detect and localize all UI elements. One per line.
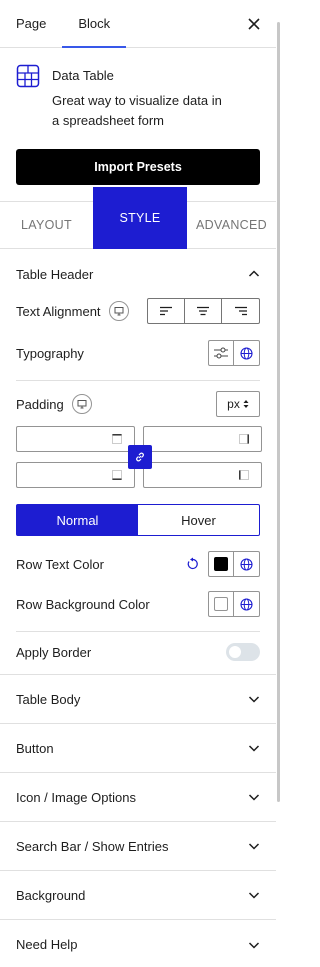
section-title: Button — [16, 740, 54, 756]
global-color-button[interactable] — [234, 592, 259, 616]
chevron-down-icon — [248, 745, 260, 752]
row-bg-color-row: Row Background Color — [0, 589, 276, 619]
close-icon — [248, 18, 260, 30]
section-title: Background — [16, 887, 86, 903]
reset-icon[interactable] — [186, 557, 200, 571]
side-right-icon — [239, 434, 249, 444]
globe-icon — [240, 597, 253, 611]
padding-bottom-input[interactable] — [16, 462, 135, 488]
close-button[interactable] — [244, 14, 264, 34]
tab-advanced[interactable]: ADVANCED — [187, 202, 276, 248]
align-right-icon — [234, 306, 247, 316]
responsive-toggle[interactable] — [108, 301, 129, 321]
desktop-icon — [114, 307, 124, 316]
section-background[interactable]: Background — [0, 871, 276, 920]
chevron-down-icon — [248, 794, 260, 801]
desktop-icon — [77, 400, 87, 409]
global-color-button[interactable] — [234, 552, 259, 576]
align-right-button[interactable] — [222, 299, 259, 323]
typography-label: Typography — [16, 345, 84, 361]
alignment-button-group — [147, 298, 260, 324]
scrollbar-thumb[interactable] — [277, 22, 280, 802]
side-top-icon — [112, 434, 122, 444]
chevron-down-icon — [248, 941, 260, 949]
padding-top-input[interactable] — [16, 426, 135, 452]
typography-row: Typography — [0, 338, 276, 368]
unit-value: px — [227, 397, 240, 411]
global-typography-button[interactable] — [234, 341, 259, 365]
section-title: Need Help — [16, 937, 78, 952]
table-icon — [16, 64, 40, 88]
padding-label: Padding — [16, 396, 64, 412]
state-normal-button[interactable]: Normal — [17, 505, 138, 535]
scrollbar[interactable] — [276, 0, 280, 967]
globe-icon — [240, 346, 253, 360]
align-center-icon — [197, 306, 209, 316]
side-left-icon — [239, 470, 249, 480]
tab-style[interactable]: STYLE — [93, 187, 187, 249]
section-title: Icon / Image Options — [16, 789, 136, 805]
inspector-tabs: LAYOUT STYLE ADVANCED — [0, 187, 276, 249]
table-header-section-toggle[interactable]: Table Header — [0, 249, 276, 299]
row-bg-color-controls — [208, 591, 260, 617]
align-center-button[interactable] — [185, 299, 222, 323]
align-left-button[interactable] — [148, 299, 185, 323]
align-left-icon — [160, 306, 172, 316]
block-settings-panel: Page Block Data Table Great way to visua… — [0, 0, 276, 967]
section-search-bar[interactable]: Search Bar / Show Entries — [0, 822, 276, 871]
typography-settings-button[interactable] — [209, 341, 234, 365]
tab-layout[interactable]: LAYOUT — [0, 202, 93, 248]
link-icon — [136, 452, 144, 462]
color-swatch — [214, 557, 228, 571]
sidebar-tabs: Page Block — [0, 0, 276, 48]
row-text-color-label: Row Text Color — [16, 556, 104, 572]
chevron-down-icon — [248, 696, 260, 703]
sliders-icon — [214, 347, 228, 359]
link-values-button[interactable] — [128, 445, 152, 469]
globe-icon — [240, 557, 253, 571]
row-text-color-row: Row Text Color — [0, 549, 276, 579]
padding-row: Padding px — [0, 389, 276, 419]
text-alignment-label: Text Alignment — [16, 303, 101, 319]
block-card: Data Table Great way to visualize data i… — [0, 48, 276, 131]
tab-page[interactable]: Page — [0, 0, 62, 47]
typography-controls — [208, 340, 260, 366]
side-bottom-icon — [112, 470, 122, 480]
up-down-icon — [243, 400, 249, 408]
section-title: Table Body — [16, 691, 81, 707]
text-alignment-row: Text Alignment — [0, 296, 276, 326]
divider — [16, 380, 260, 381]
import-presets-button[interactable]: Import Presets — [16, 149, 260, 185]
chevron-down-icon — [248, 843, 260, 850]
section-button[interactable]: Button — [0, 724, 276, 773]
padding-inputs — [16, 426, 262, 488]
unit-select[interactable]: px — [216, 391, 260, 417]
chevron-down-icon — [248, 892, 260, 899]
section-title: Table Header — [16, 266, 94, 282]
section-icon-image-options[interactable]: Icon / Image Options — [0, 773, 276, 822]
state-hover-button[interactable]: Hover — [138, 505, 259, 535]
apply-border-label: Apply Border — [16, 644, 92, 660]
state-toggle: Normal Hover — [16, 504, 260, 536]
responsive-toggle[interactable] — [71, 394, 92, 414]
padding-right-input[interactable] — [143, 426, 262, 452]
row-bg-color-picker[interactable] — [209, 592, 234, 616]
section-need-help[interactable]: Need Help — [0, 920, 276, 967]
block-title: Data Table — [52, 68, 114, 83]
apply-border-row: Apply Border — [0, 632, 276, 672]
apply-border-toggle[interactable] — [226, 643, 260, 661]
row-bg-color-label: Row Background Color — [16, 596, 150, 612]
padding-left-input[interactable] — [143, 462, 262, 488]
row-text-color-controls — [208, 551, 260, 577]
row-text-color-picker[interactable] — [209, 552, 234, 576]
section-table-body[interactable]: Table Body — [0, 675, 276, 724]
color-swatch — [214, 597, 228, 611]
chevron-up-icon — [248, 270, 260, 277]
block-description: Great way to visualize data in a spreads… — [52, 93, 222, 128]
section-title: Search Bar / Show Entries — [16, 838, 169, 854]
tab-block[interactable]: Block — [62, 0, 126, 48]
